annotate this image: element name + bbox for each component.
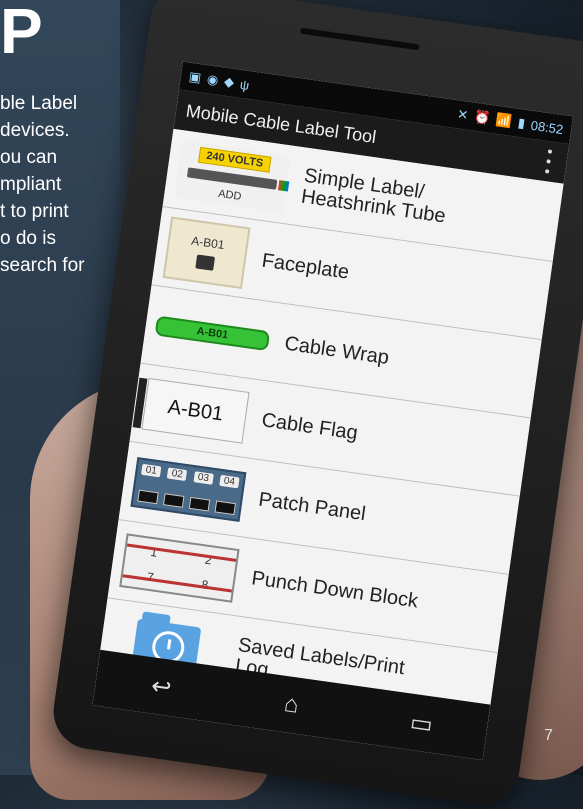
label-type-list: 240 VOLTS ADD Simple Label/ Heatshrink T… bbox=[96, 128, 564, 732]
hero-line-4: mpliant bbox=[0, 174, 62, 195]
battery-icon: ▮ bbox=[516, 114, 527, 131]
patch-label: 01 bbox=[141, 463, 162, 478]
punch-number: 2 bbox=[204, 552, 213, 567]
mute-icon: ✕ bbox=[456, 106, 470, 123]
patch-label-row: 01 02 03 04 bbox=[141, 463, 240, 489]
hero-line-5: t to print bbox=[0, 201, 69, 222]
patch-panel-thumb: 01 02 03 04 bbox=[130, 457, 247, 522]
hero-copy: ble Label devices. ou can mpliant t to p… bbox=[0, 90, 120, 279]
whatsapp-icon: ◉ bbox=[206, 71, 220, 88]
cable-flag-thumb: A-B01 bbox=[141, 377, 250, 444]
list-item-label: Faceplate bbox=[260, 249, 351, 284]
overflow-menu-icon[interactable] bbox=[539, 148, 558, 174]
patch-label: 02 bbox=[167, 467, 188, 482]
phone: ▣ ◉ ◆ ψ ✕ ⏰ 📶 ▮ 08:52 Mobile Cable Label… bbox=[48, 0, 583, 809]
home-icon[interactable]: ⌂ bbox=[268, 687, 316, 723]
faceplate-port-icon bbox=[195, 254, 216, 271]
patch-port-icon bbox=[162, 493, 185, 508]
back-icon[interactable]: ↩ bbox=[137, 669, 185, 705]
page-number: 7 bbox=[544, 727, 553, 744]
list-item-label: Cable Flag bbox=[260, 408, 360, 444]
punch-down-thumb: 1 2 7 8 bbox=[119, 533, 240, 603]
punch-number: 1 bbox=[149, 544, 159, 560]
faceplate-thumb: A-B01 bbox=[162, 216, 251, 290]
hero-line-7: search for bbox=[0, 255, 85, 276]
gallery-icon: ▣ bbox=[187, 68, 203, 86]
volts-badge: 240 VOLTS bbox=[198, 146, 272, 173]
hero-line-3: ou can bbox=[0, 147, 58, 168]
wifi-icon: 📶 bbox=[495, 111, 514, 129]
patch-label: 04 bbox=[219, 474, 240, 489]
cable-wrap-code: A-B01 bbox=[195, 325, 229, 342]
headline: P bbox=[0, 0, 43, 67]
patch-port-row bbox=[137, 489, 236, 516]
android-icon: ◆ bbox=[223, 73, 236, 90]
faceplate-code: A-B01 bbox=[190, 233, 226, 253]
status-time: 08:52 bbox=[529, 117, 565, 137]
usb-icon: ψ bbox=[238, 76, 251, 93]
cable-flag-code: A-B01 bbox=[166, 395, 225, 425]
add-badge: ADD bbox=[217, 187, 243, 203]
simple-label-thumb: 240 VOLTS ADD bbox=[173, 140, 291, 213]
patch-port-icon bbox=[188, 496, 211, 512]
patch-port-icon bbox=[137, 489, 159, 505]
list-item-label: Cable Wrap bbox=[283, 332, 391, 369]
hero-line-2: devices. bbox=[0, 120, 70, 141]
patch-port-icon bbox=[214, 500, 236, 516]
hero-line-6: o do is bbox=[0, 228, 56, 249]
punch-number: 7 bbox=[146, 569, 155, 584]
patch-label: 03 bbox=[193, 471, 214, 485]
alarm-icon: ⏰ bbox=[473, 108, 492, 126]
status-icons-left: ▣ ◉ ◆ ψ bbox=[188, 69, 251, 93]
punch-number: 8 bbox=[200, 576, 210, 592]
list-item-label: Patch Panel bbox=[257, 488, 368, 525]
cable-wrap-thumb: A-B01 bbox=[154, 315, 271, 352]
hero-line-1: ble Label bbox=[0, 93, 78, 114]
recent-apps-icon[interactable]: ▭ bbox=[398, 705, 446, 741]
list-item-label: Punch Down Block bbox=[250, 566, 420, 612]
list-item-label: Simple Label/ Heatshrink Tube bbox=[299, 164, 448, 228]
